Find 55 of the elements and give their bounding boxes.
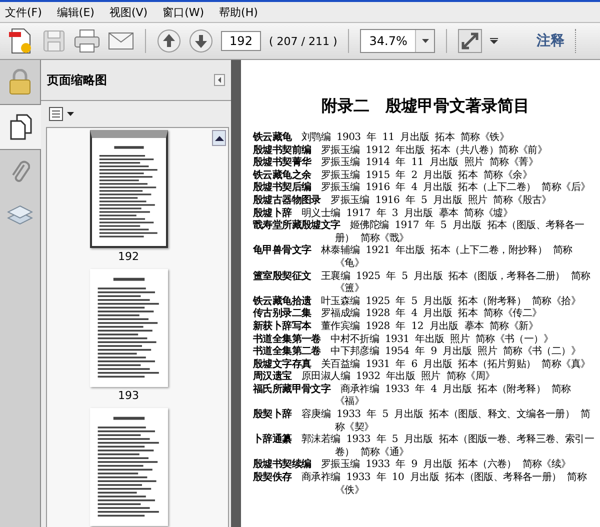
bibliography-entry: 簠室殷契征文 王襄编 1925 年 5 月出版 拓本（图版，考释各二册） 简称《簠》: [253, 270, 592, 296]
lock-icon: [9, 69, 31, 95]
document-title: 附录二 殷墟甲骨文著录简目: [320, 96, 530, 116]
bibliography-entry: 殷契佚存 商承祚编 1933 年 10 月出版 拓本（图版、考释各一册） 简称《佚》: [253, 472, 588, 498]
next-page-icon[interactable]: [189, 29, 213, 53]
bibliography-entry: 殷墟书契菁华 罗振玉编 1914 年 11 月出版 照片 简称《菁》: [253, 157, 540, 169]
full-screen-icon[interactable]: [458, 29, 482, 53]
paperclip-icon: [10, 159, 30, 185]
options-icon[interactable]: [49, 107, 75, 121]
bibliography-entry: 殷墟文字存真 关百益编 1931 年 6 月出版 拓本（拓片剪贴） 简称《真》: [253, 358, 592, 370]
print-icon[interactable]: [74, 29, 100, 53]
page-number: 193: [118, 389, 139, 402]
bibliography-entry: 殷墟古器物图录 罗振玉编 1916 年 5 月出版 照片 简称《殷古》: [253, 194, 552, 207]
bibliography-entry: 龟甲兽骨文字 林泰辅编 1921 年出版 拓本（上下二卷，附抄释） 简称《龟》: [253, 245, 574, 270]
bibliography-entry: 殷契卜辞 容庚编 1933 年 5 月出版 拓本（图版、释文、文编各一册） 简称《契》: [253, 409, 592, 433]
menu-item[interactable]: 窗口(W): [158, 4, 214, 20]
page-number: 192: [118, 250, 139, 263]
bibliography-entry: 殷墟书契前编 罗振玉编 1912 年出版 拓本（共八卷）简称《前》: [253, 144, 548, 156]
menu-item[interactable]: 文件(F): [0, 4, 52, 20]
bibliography-entry: 铁云藏龟拾遗 叶玉森编 1925 年 5 月出版 拓本（附考释） 简称《拾》: [253, 296, 582, 308]
bibliography-entry: 福氏所藏甲骨文字 商承祚编 1933 年 4 月出版 拓本（附考释） 简称《福》: [253, 384, 572, 408]
caret-icon: [214, 136, 224, 140]
bibliography-entry: 周汉遗宝 原田淑人编 1932 年出版 照片 简称《周》: [253, 371, 496, 383]
bibliography-entry: 铁云藏龟 刘鹗编 1903 年 11 月出版 拓本 简称《铁》: [253, 132, 510, 144]
page-number-field[interactable]: 192: [221, 31, 261, 51]
page-count: ( 207 / 211 ): [269, 34, 338, 48]
bibliography-entry: 书道全集第一卷 中村不折编 1931 年出版 照片 简称《书（一）》: [253, 334, 554, 346]
zoom-field[interactable]: 34.7%: [360, 29, 436, 53]
menu-item[interactable]: 编辑(E): [52, 4, 104, 20]
menu-item[interactable]: 视图(V): [104, 4, 158, 20]
caret-icon: [422, 39, 429, 43]
collapse-button[interactable]: [214, 74, 225, 86]
page-thumbnail[interactable]: [90, 408, 168, 526]
email-icon[interactable]: [108, 31, 134, 51]
caret-icon[interactable]: [490, 38, 498, 44]
bibliography-entry: 新获卜辞写本 董作宾编 1928 年 12 月出版 摹本 简称《新》: [253, 320, 540, 334]
splitter-handle[interactable]: [231, 60, 241, 527]
previous-page-icon[interactable]: [157, 29, 181, 53]
bibliography-entry: 传古别录二集 罗福成编 1928 年 4 月出版 拓本 简称《传二》: [253, 308, 543, 320]
bibliography-entry: 书道全集第二卷 中下邦彦编 1954 年 9 月出版 照片 简称《书（二）》: [253, 346, 582, 358]
page-thumbnail[interactable]: [90, 269, 168, 387]
bibliography-entry: 殷墟书契后编 罗振玉编 1916 年 4 月出版 拓本（上下二卷） 简称《后》: [253, 182, 592, 194]
create-pdf-icon[interactable]: [8, 27, 34, 55]
comment-button[interactable]: 注释: [536, 32, 564, 50]
panel-title: 页面缩略图: [47, 72, 107, 88]
bibliography-entry: 戬寿堂所藏殷墟文字 姬佛陀编 1917 年 5 月出版 拓本（图版、考释各一册） 简称《戬》: [253, 220, 586, 244]
page-thumbnail[interactable]: [90, 130, 168, 248]
bibliography-entry: 殷墟书契续编 罗振玉编 1933 年 9 月出版 拓本（六卷） 简称《续》: [253, 459, 572, 472]
bibliography-entry: 铁云藏龟之余 罗振玉编 1915 年 2 月出版 拓本 简称《余》: [253, 170, 533, 182]
pages-icon: [10, 114, 32, 140]
bibliography-entry: 殷墟卜辞 明义士编 1917 年 3 月出版 摹本 简称《墟》: [253, 208, 514, 219]
scroll-up-button[interactable]: [212, 130, 226, 146]
bibliography-entry: 卜辞通纂 郭沫若编 1933 年 5 月出版 拓本（图版一卷、考释三卷、索引一卷） 简称《通》: [253, 434, 596, 458]
sidebar-tab[interactable]: [0, 104, 41, 150]
menu-item[interactable]: 帮助(H): [214, 4, 268, 20]
